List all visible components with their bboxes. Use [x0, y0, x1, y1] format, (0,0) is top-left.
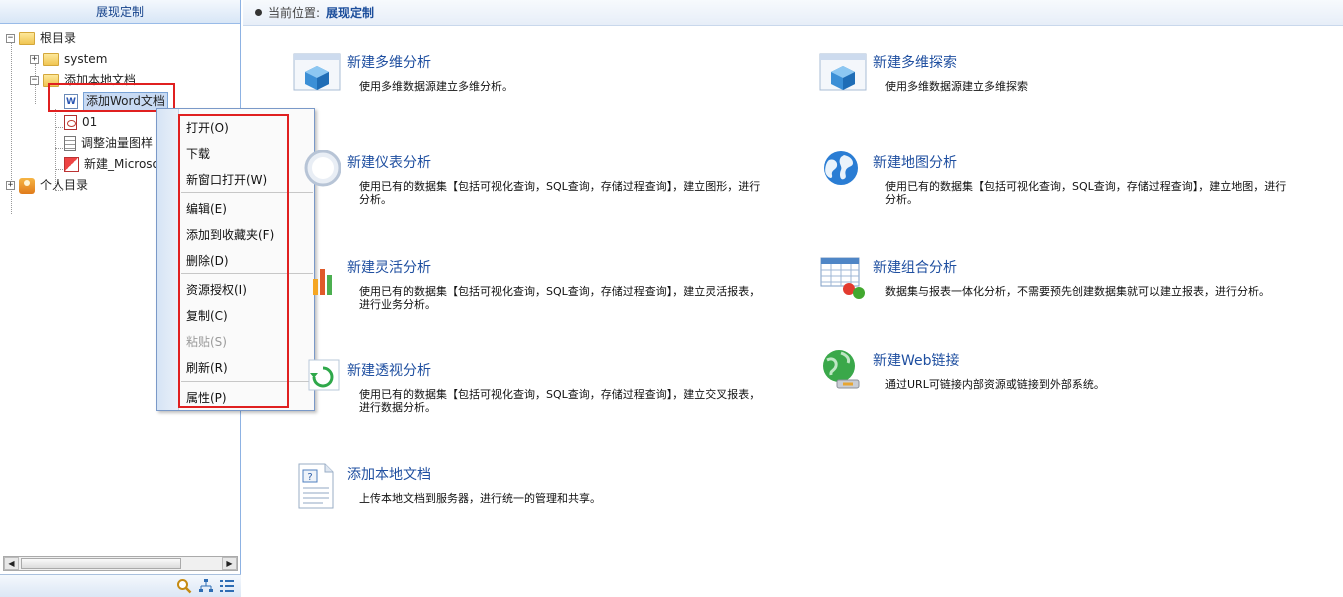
scroll-right-icon[interactable]: ▶	[222, 557, 237, 570]
menu-gutter	[157, 109, 179, 410]
search-icon[interactable]	[176, 578, 192, 594]
globe-icon	[824, 151, 858, 185]
document-help-icon: ?	[298, 463, 334, 509]
pivot-icon	[308, 359, 340, 391]
folder-icon	[19, 32, 35, 45]
table-combo-icon	[820, 257, 865, 299]
horizontal-scrollbar[interactable]: ◀ ▶	[3, 556, 238, 571]
folder-icon	[43, 53, 59, 66]
expand-icon[interactable]: +	[6, 181, 15, 190]
collapse-icon[interactable]: −	[30, 76, 39, 85]
personal-folder-icon	[19, 177, 35, 194]
svg-text:?: ?	[307, 472, 312, 483]
bullet-icon	[255, 9, 262, 16]
breadcrumb-label: 当前位置:	[268, 5, 321, 20]
bar-chart-icon	[313, 269, 332, 295]
breadcrumb-current[interactable]: 展现定制	[326, 0, 374, 26]
cube-window-icon	[293, 53, 341, 91]
office-document-icon	[64, 157, 79, 172]
text-document-icon	[64, 136, 76, 151]
expand-icon[interactable]: +	[30, 55, 39, 64]
main-content: 当前位置: 展现定制 新建多维分析 使用多维数据源建立多维分析。 新建多维探索 …	[243, 0, 1343, 597]
collapse-icon[interactable]: −	[6, 34, 15, 43]
tree-node-root[interactable]: − 根目录	[0, 28, 240, 49]
pdf-icon	[64, 115, 77, 130]
tree-node-system[interactable]: + system	[0, 49, 240, 70]
breadcrumb: 当前位置: 展现定制	[243, 0, 1343, 26]
tree-toolbar	[0, 574, 241, 597]
scroll-left-icon[interactable]: ◀	[4, 557, 19, 570]
panel-title: 展现定制	[0, 0, 240, 24]
cube-window-icon	[819, 53, 867, 91]
scroll-thumb[interactable]	[21, 558, 181, 569]
web-link-icon	[823, 350, 860, 389]
gauge-icon	[304, 150, 341, 187]
tree-view-icon[interactable]	[198, 578, 214, 594]
list-view-icon[interactable]	[219, 578, 235, 594]
